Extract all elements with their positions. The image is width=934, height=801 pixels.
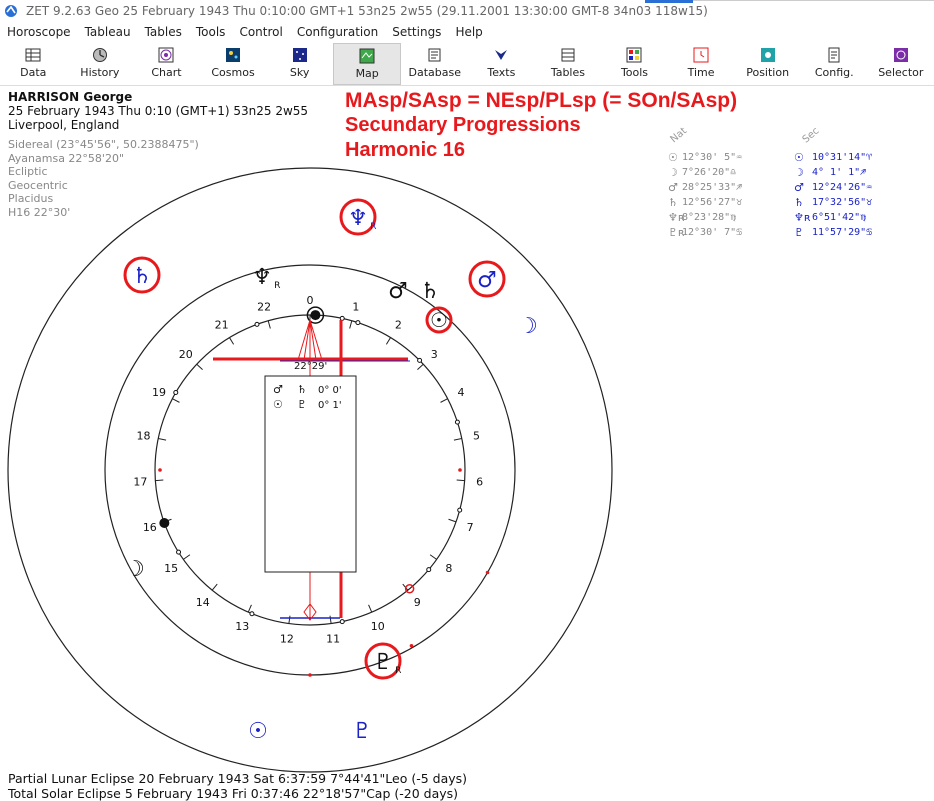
dial-tick [267, 320, 271, 329]
fan-line [303, 319, 311, 361]
axis-degree-label: 22°29' [294, 361, 327, 372]
sun-secondary-icon: ☉ [248, 719, 268, 744]
aspect-related-glyph: ♇ [297, 398, 307, 411]
dial-dot [457, 507, 463, 513]
solar-eclipse-line: Total Solar Eclipse 5 February 1943 Fri … [8, 786, 459, 801]
aspect-glyph: ♂ [273, 383, 283, 396]
dial-tick [172, 398, 180, 403]
dial-label: 11 [326, 632, 340, 645]
dial-label: 2 [395, 319, 402, 332]
dial-label: 12 [280, 632, 294, 645]
dial-dot [176, 549, 182, 555]
dial-label: 18 [137, 429, 151, 442]
dial-label: 16 [143, 521, 157, 534]
dial-label: 4 [457, 386, 464, 399]
dial-tick [288, 615, 291, 624]
dial-dot [249, 611, 255, 617]
aspect-glyph: ☉ [273, 398, 283, 411]
lunar-eclipse-line: Partial Lunar Eclipse 20 February 1943 S… [8, 771, 468, 786]
dial-dot [254, 321, 260, 327]
dial-tick [448, 518, 457, 523]
dial-label: 3 [431, 348, 438, 361]
mars-natal-icon: ♂ [388, 279, 408, 304]
dial-label: 10 [371, 620, 385, 633]
dial-dot [417, 357, 423, 363]
dial-tick [158, 437, 167, 441]
dial-tick [368, 604, 373, 613]
dial-label: 0 [307, 294, 314, 307]
dial-tick [453, 437, 462, 441]
dial-label: 5 [473, 429, 480, 442]
pluto-secondary-icon: ♇ [352, 719, 372, 744]
aspect-value: 0° 1' [318, 400, 342, 411]
dial-dot [339, 619, 345, 625]
red-marker [409, 644, 414, 648]
dial-label: 15 [164, 562, 178, 575]
moon-position-dot [159, 518, 170, 529]
dial-label: 19 [152, 386, 166, 399]
dial-tick [456, 479, 465, 482]
dial-label: 17 [133, 476, 147, 489]
neptune-natal-icon-retro: R [274, 281, 280, 291]
eclipse-info: Partial Lunar Eclipse 20 February 1943 S… [8, 771, 467, 801]
pluto-natal-icon-retro: R [395, 666, 401, 676]
dial-label: 21 [215, 319, 229, 332]
dial-label: 9 [414, 596, 421, 609]
neptune-secondary-icon-retro: R [370, 222, 376, 232]
sun-natal-icon: ☉ [430, 308, 448, 332]
red-marker [308, 673, 312, 677]
dial-label: 6 [476, 476, 483, 489]
dial-tick [417, 363, 424, 371]
mars-secondary-icon: ♂ [477, 268, 497, 293]
dial-label: 14 [196, 596, 210, 609]
saturn-secondary-icon: ♄ [132, 264, 152, 289]
dial-tick [329, 615, 332, 624]
dial-label: 22 [257, 300, 271, 313]
saturn-natal-icon: ♄ [420, 279, 440, 304]
sun-position-dot [310, 310, 321, 321]
dial-dot [173, 390, 179, 395]
fan-line [309, 319, 317, 361]
dial-tick [229, 337, 235, 345]
neptune-natal-icon: ♆ [252, 265, 272, 290]
dial-tick [429, 554, 437, 560]
red-marker [458, 468, 462, 472]
dial-tick [183, 554, 191, 560]
dial-label: 7 [467, 521, 474, 534]
neptune-secondary-icon: ♆ [348, 206, 368, 231]
dial-label: 13 [235, 620, 249, 633]
dial-tick [155, 479, 164, 482]
dial-tick [349, 320, 353, 329]
dial-dot [339, 315, 345, 321]
dial-label: 1 [352, 300, 359, 313]
dial-dot [355, 320, 361, 326]
dial-tick [385, 337, 391, 345]
moon-secondary-icon: ☽ [518, 314, 538, 339]
aspect-value: 0° 0' [318, 385, 342, 396]
harmonic-chart: 0 1234567891011121314151617181920212222°2… [7, 167, 613, 773]
dial-tick [440, 398, 448, 403]
moon-natal-icon: ☽ [125, 557, 145, 582]
fan-line [297, 319, 311, 361]
red-marker [485, 570, 490, 575]
dial-dot [426, 567, 432, 573]
dial-label: 8 [445, 562, 452, 575]
dial-label: 20 [179, 348, 193, 361]
dial-tick [247, 604, 252, 613]
fan-line [309, 319, 323, 361]
dial-tick [196, 363, 203, 371]
pluto-natal-icon: ♇ [373, 650, 393, 675]
dial-dot [454, 419, 460, 425]
aspect-related-glyph: ♄ [297, 383, 307, 396]
dial-tick [211, 583, 218, 591]
red-marker [158, 468, 162, 472]
